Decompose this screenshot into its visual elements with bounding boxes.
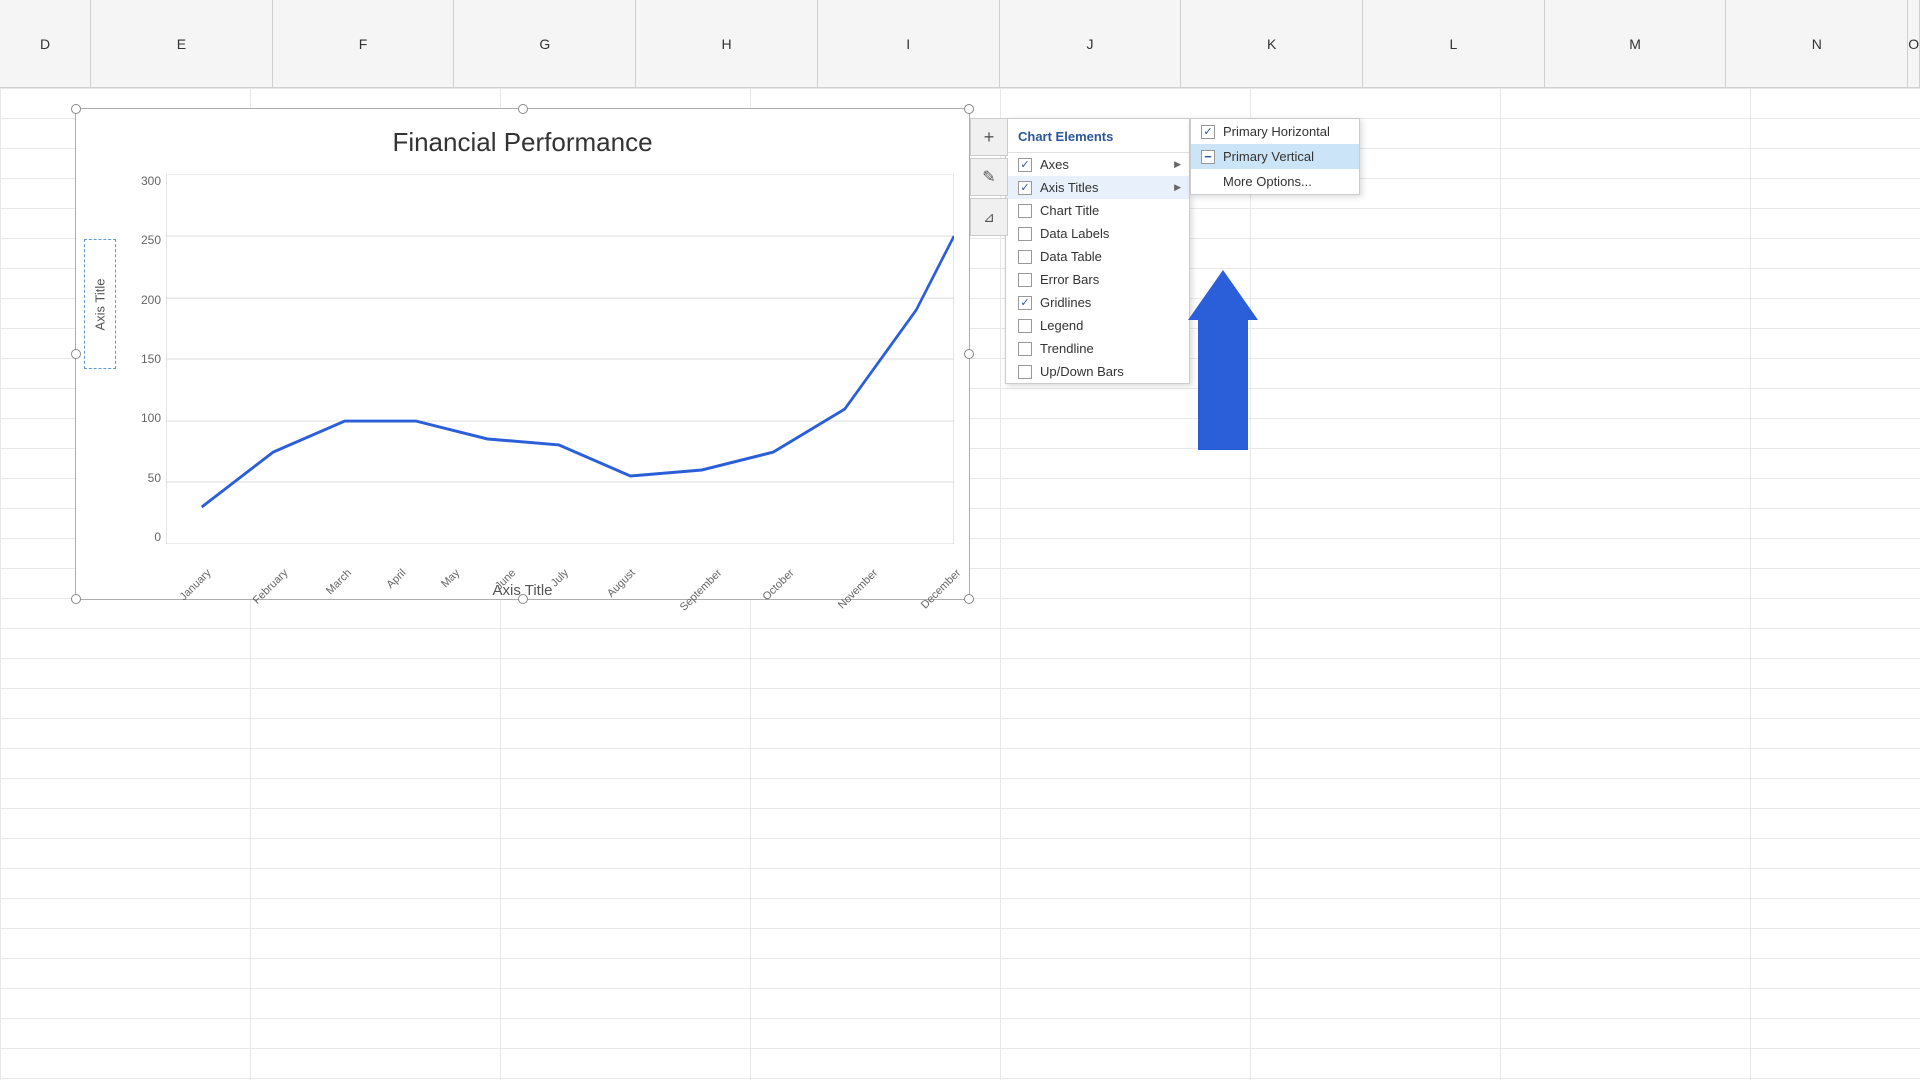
y-label-300: 300 (141, 174, 161, 188)
chart-container[interactable]: Financial Performance Axis Title 0 50 10… (75, 108, 970, 600)
panel-item-legend[interactable]: Legend (1006, 314, 1189, 337)
submenu-item-primary-vertical-label: Primary Vertical (1223, 149, 1314, 164)
chart-title[interactable]: Financial Performance (76, 109, 969, 158)
panel-item-axis-titles-label: Axis Titles (1040, 180, 1099, 195)
add-element-button[interactable]: + (970, 118, 1008, 156)
y-label-50: 50 (148, 471, 161, 485)
panel-item-updown-bars[interactable]: Up/Down Bars (1006, 360, 1189, 383)
axis-titles-submenu: Primary Horizontal Primary Vertical More… (1190, 118, 1360, 195)
panel-item-gridlines-label: Gridlines (1040, 295, 1091, 310)
x-label-mar: March (324, 567, 354, 597)
x-label-aug: August (605, 567, 638, 600)
arrow-indicator (1188, 270, 1258, 450)
handle-tr[interactable] (964, 104, 974, 114)
vertical-axis-title-box[interactable]: Axis Title (84, 239, 116, 369)
filter-button[interactable]: ⊿ (970, 198, 1008, 236)
panel-item-trendline[interactable]: Trendline (1006, 337, 1189, 360)
panel-item-gridlines[interactable]: Gridlines (1006, 291, 1189, 314)
handle-tl[interactable] (71, 104, 81, 114)
x-label-apr: April (384, 567, 408, 591)
horizontal-axis-title[interactable]: Axis Title (492, 582, 552, 599)
panel-item-axes[interactable]: Axes (1006, 153, 1189, 176)
spreadsheet: D E F G H I J K L M N O Financial Perfor… (0, 0, 1920, 1080)
checkbox-updown-bars[interactable] (1018, 365, 1032, 379)
chart-elements-panel: Chart Elements Axes Axis Titles Chart Ti… (1005, 118, 1190, 384)
panel-item-chart-title[interactable]: Chart Title (1006, 199, 1189, 222)
checkbox-axes[interactable] (1018, 158, 1032, 172)
panel-item-data-labels[interactable]: Data Labels (1006, 222, 1189, 245)
checkbox-error-bars[interactable] (1018, 273, 1032, 287)
submenu-item-primary-horizontal[interactable]: Primary Horizontal (1191, 119, 1359, 144)
col-K: K (1181, 0, 1363, 87)
submenu-item-more-options[interactable]: More Options... (1191, 169, 1359, 194)
panel-item-legend-label: Legend (1040, 318, 1083, 333)
col-F: F (273, 0, 455, 87)
panel-item-chart-title-label: Chart Title (1040, 203, 1099, 218)
panel-item-axis-titles[interactable]: Axis Titles (1006, 176, 1189, 199)
checkbox-data-labels[interactable] (1018, 227, 1032, 241)
checkbox-axis-titles[interactable] (1018, 181, 1032, 195)
panel-item-error-bars[interactable]: Error Bars (1006, 268, 1189, 291)
panel-title: Chart Elements (1006, 119, 1189, 153)
panel-item-data-table-label: Data Table (1040, 249, 1102, 264)
y-label-100: 100 (141, 411, 161, 425)
col-O: O (1908, 0, 1920, 87)
y-label-200: 200 (141, 293, 161, 307)
style-button[interactable]: ✎ (970, 158, 1008, 196)
col-G: G (454, 0, 636, 87)
col-L: L (1363, 0, 1545, 87)
submenu-item-primary-vertical[interactable]: Primary Vertical (1191, 144, 1359, 169)
y-label-0: 0 (154, 530, 161, 544)
checkbox-chart-title[interactable] (1018, 204, 1032, 218)
submenu-item-primary-horizontal-label: Primary Horizontal (1223, 124, 1330, 139)
panel-item-data-table[interactable]: Data Table (1006, 245, 1189, 268)
col-E: E (91, 0, 273, 87)
col-D: D (0, 0, 91, 87)
arrow-head (1188, 270, 1258, 320)
x-label-jan: January (177, 567, 213, 603)
column-header-row: D E F G H I J K L M N O (0, 0, 1920, 88)
chart-svg (166, 174, 954, 544)
panel-item-axes-label: Axes (1040, 157, 1069, 172)
panel-item-updown-bars-label: Up/Down Bars (1040, 364, 1124, 379)
panel-item-trendline-label: Trendline (1040, 341, 1094, 356)
vertical-axis-title: Axis Title (93, 278, 108, 330)
checkbox-data-table[interactable] (1018, 250, 1032, 264)
submenu-item-more-options-label: More Options... (1223, 174, 1312, 189)
col-H: H (636, 0, 818, 87)
x-label-may: May (439, 567, 462, 590)
col-M: M (1545, 0, 1727, 87)
x-axis-labels: January February March April May June Ju… (166, 567, 959, 579)
col-J: J (1000, 0, 1182, 87)
checkbox-legend[interactable] (1018, 319, 1032, 333)
col-N: N (1726, 0, 1908, 87)
checkbox-trendline[interactable] (1018, 342, 1032, 356)
y-label-150: 150 (141, 352, 161, 366)
col-I: I (818, 0, 1000, 87)
y-label-250: 250 (141, 233, 161, 247)
checkbox-primary-horizontal[interactable] (1201, 125, 1215, 139)
chart-line (202, 236, 954, 507)
x-label-oct: October (760, 567, 796, 603)
checkbox-primary-vertical[interactable] (1201, 150, 1215, 164)
checkbox-gridlines[interactable] (1018, 296, 1032, 310)
handle-tc[interactable] (518, 104, 528, 114)
arrow-shaft (1198, 320, 1248, 450)
panel-item-data-labels-label: Data Labels (1040, 226, 1109, 241)
panel-item-error-bars-label: Error Bars (1040, 272, 1099, 287)
chart-sidebar: + ✎ ⊿ (970, 118, 1008, 236)
